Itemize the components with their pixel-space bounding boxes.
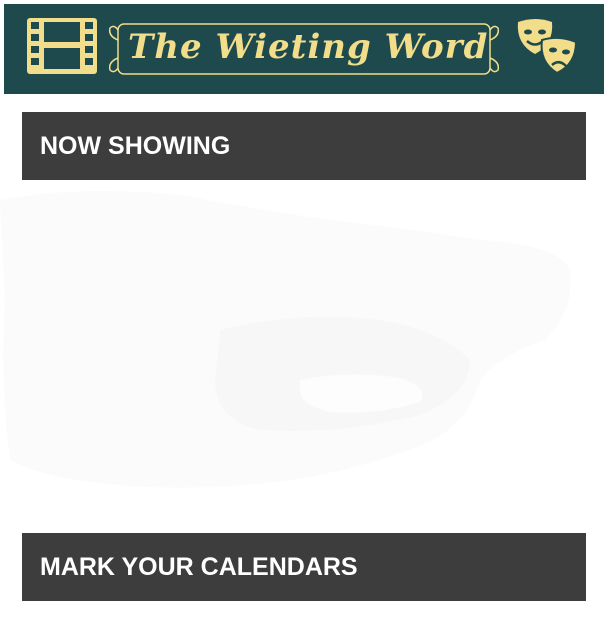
now-showing-header: NOW SHOWING — [22, 112, 586, 180]
now-showing-content — [0, 180, 609, 530]
theater-masks-icon — [517, 19, 578, 75]
mark-your-calendars-header: MARK YOUR CALENDARS — [22, 533, 586, 601]
site-banner[interactable]: The Wieting Word — [4, 4, 604, 94]
film-strip-icon — [27, 18, 97, 74]
redacted-poster-area — [0, 191, 571, 488]
site-title[interactable]: The Wieting Word — [128, 22, 488, 72]
